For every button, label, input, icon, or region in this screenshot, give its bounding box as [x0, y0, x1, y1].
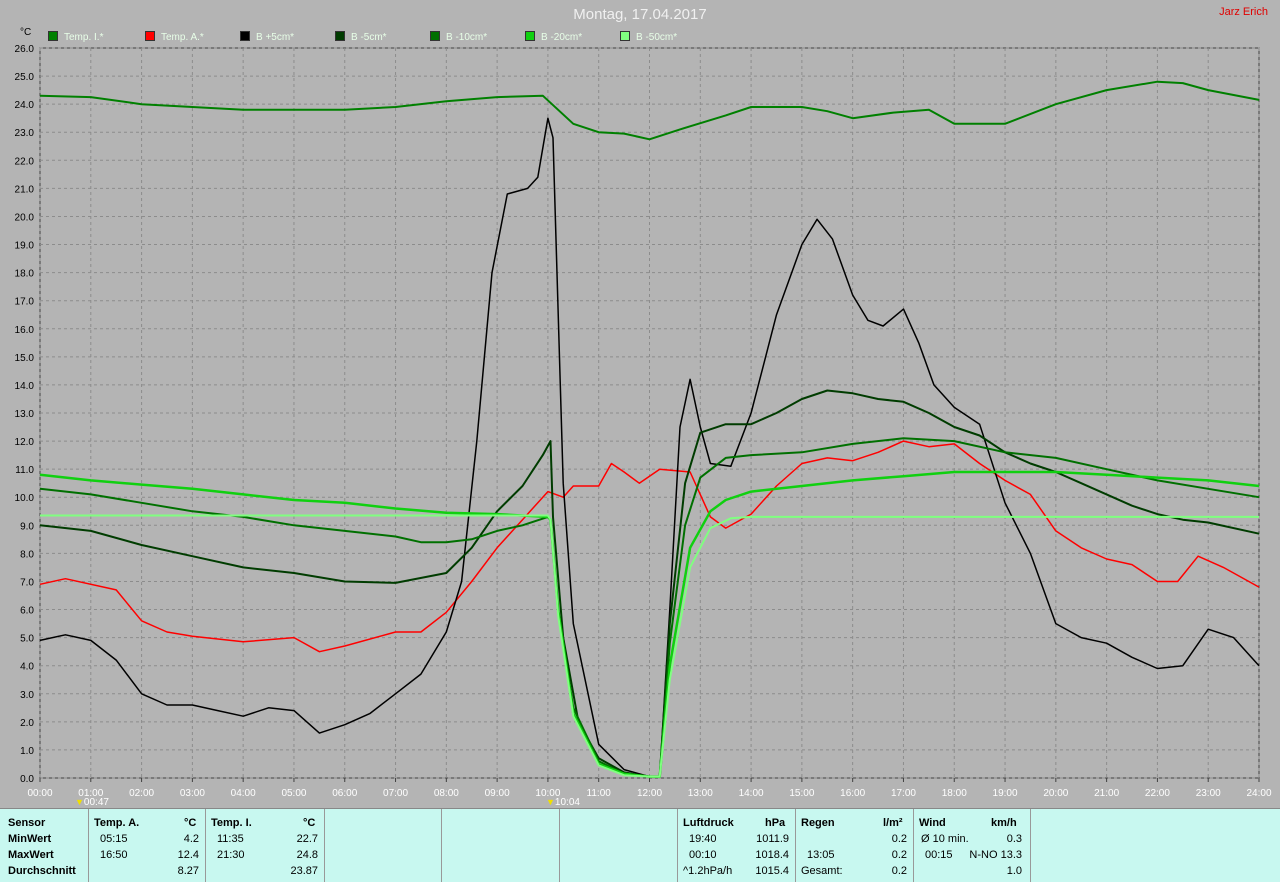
legend-swatch	[240, 31, 250, 41]
x-tick-label: 21:00	[1094, 788, 1119, 799]
x-tick-label: 17:00	[891, 788, 916, 799]
x-tick-label: 14:00	[739, 788, 764, 799]
x-tick-label: 05:00	[281, 788, 306, 799]
stats-empty-column	[441, 809, 560, 882]
legend-label: B +5cm*	[256, 32, 295, 43]
legend-swatch	[525, 31, 535, 41]
stats-temp-i-column: Temp. I. °C 11:35 22.7 21:30 24.8 23.87	[205, 809, 325, 882]
y-tick-label: 4.0	[20, 662, 34, 673]
marker-triangle-icon: ▼	[75, 797, 84, 807]
x-tick-label: 09:00	[485, 788, 510, 799]
legend-swatch	[335, 31, 345, 41]
legend-item: B -20cm*	[525, 31, 582, 43]
y-tick-label: 23.0	[15, 128, 35, 139]
y-tick-label: 12.0	[15, 437, 35, 448]
y-tick-label: 16.0	[15, 325, 35, 336]
y-tick-label: 5.0	[20, 634, 34, 645]
x-tick-label: 07:00	[383, 788, 408, 799]
y-tick-label: 15.0	[15, 353, 35, 364]
legend-item: B -10cm*	[430, 31, 487, 43]
y-tick-label: 2.0	[20, 718, 34, 729]
marker-triangle-icon: ▼	[546, 797, 555, 807]
legend-label: Temp. I.*	[64, 32, 104, 43]
y-tick-label: 11.0	[15, 465, 34, 476]
y-axis-unit: °C	[20, 27, 32, 38]
x-tick-label: 18:00	[942, 788, 967, 799]
stats-panel: Sensor MinWert MaxWert Durchschnitt Temp…	[0, 808, 1280, 882]
y-tick-label: 8.0	[20, 549, 34, 560]
stats-pressure-column: Luftdruck hPa 19:40 1011.9 00:10 1018.4 …	[677, 809, 796, 882]
legend-swatch	[48, 31, 58, 41]
y-tick-label: 26.0	[15, 44, 35, 55]
legend-label: B -20cm*	[541, 32, 583, 43]
x-tick-label: 04:00	[231, 788, 256, 799]
x-tick-label: 23:00	[1196, 788, 1221, 799]
x-tick-label: 20:00	[1043, 788, 1068, 799]
y-tick-label: 17.0	[15, 297, 35, 308]
author-label: Jarz Erich	[1219, 6, 1268, 18]
y-tick-label: 22.0	[15, 156, 35, 167]
y-tick-label: 1.0	[20, 746, 34, 757]
y-tick-label: 24.0	[15, 100, 35, 111]
x-tick-label: 13:00	[688, 788, 713, 799]
x-tick-label: 00:00	[27, 788, 52, 799]
legend-label: Temp. A.*	[161, 32, 204, 43]
legend-swatch	[430, 31, 440, 41]
y-tick-label: 0.0	[20, 774, 34, 785]
chart-title: Montag, 17.04.2017	[573, 6, 707, 23]
stats-wind-column: Wind km/h Ø 10 min. 0.3 00:15 N-NO 13.3 …	[913, 809, 1031, 882]
x-tick-label: 11:00	[587, 788, 612, 799]
x-tick-labels: 00:00 01:00 02:00 03:00 04:00 05:00 06:00 07:00…	[27, 788, 1271, 799]
y-tick-label: 6.0	[20, 606, 34, 617]
x-tick-label: 24:00	[1246, 788, 1271, 799]
legend-label: B -5cm*	[351, 32, 387, 43]
y-tick-label: 7.0	[20, 577, 34, 588]
x-tick-label: 22:00	[1145, 788, 1170, 799]
x-tick-label: 12:00	[637, 788, 662, 799]
x-tick-label: 19:00	[993, 788, 1018, 799]
y-tick-label: 18.0	[15, 269, 35, 280]
y-tick-label: 19.0	[15, 241, 35, 252]
marker-2: ▼10:04	[546, 797, 580, 808]
legend-label: B -50cm*	[636, 32, 678, 43]
y-tick-labels: 0.0 1.0 2.0 3.0 4.0 5.0 6.0 7.0 8.0 9.0 10.0 11.0 12…	[15, 44, 35, 785]
y-tick-label: 25.0	[15, 72, 35, 83]
y-tick-label: 13.0	[15, 409, 35, 420]
x-tick-label: 08:00	[434, 788, 459, 799]
y-tick-label: 20.0	[15, 212, 35, 223]
x-tick-label: 03:00	[180, 788, 205, 799]
legend-item: B -50cm*	[620, 31, 677, 43]
x-tick-label: 16:00	[840, 788, 865, 799]
legend-swatch	[620, 31, 630, 41]
y-tick-label: 21.0	[15, 184, 35, 195]
stats-empty-column	[324, 809, 442, 882]
legend-item: Temp. I.*	[48, 31, 103, 43]
x-tick-label: 15:00	[789, 788, 814, 799]
stats-rain-column: Regen l/m² 0.2 13:05 0.2 Gesamt: 0.2	[795, 809, 914, 882]
legend-item: B +5cm*	[240, 31, 294, 43]
legend-swatch	[145, 31, 155, 41]
stats-temp-a-column: Temp. A. °C 05:15 4.2 16:50 12.4 8.27	[88, 809, 206, 882]
legend-item: B -5cm*	[335, 31, 387, 43]
y-tick-label: 9.0	[20, 521, 34, 532]
y-tick-label: 3.0	[20, 690, 34, 701]
stats-empty-column	[559, 809, 678, 882]
x-tick-label: 02:00	[129, 788, 154, 799]
y-tick-label: 14.0	[15, 381, 35, 392]
stats-sensor-column: Sensor MinWert MaxWert Durchschnitt	[0, 809, 89, 882]
legend-label: B -10cm*	[446, 32, 488, 43]
legend-item: Temp. A.*	[145, 31, 204, 43]
temperature-chart: 0.0 1.0 2.0 3.0 4.0 5.0 6.0 7.0 8.0 9.0 10.0 11.0 12…	[15, 44, 1272, 799]
marker-1: ▼00:47	[75, 797, 109, 808]
x-tick-label: 06:00	[332, 788, 357, 799]
y-tick-label: 10.0	[15, 493, 35, 504]
